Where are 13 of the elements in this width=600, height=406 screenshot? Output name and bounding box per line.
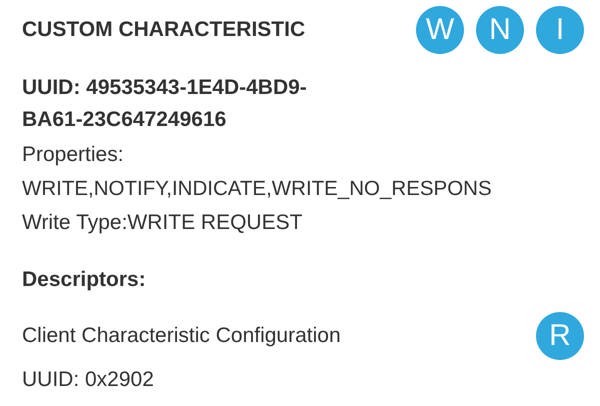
descriptors-heading: Descriptors: [22,267,147,293]
property-badge: I [536,6,584,54]
characteristic-title: CUSTOM CHARACTERISTIC [22,17,306,44]
properties-label: Properties: [22,142,125,168]
descriptor-name: Client Characteristic Configuration [22,322,341,349]
property-badge: W [416,6,464,54]
property-badge: N [476,6,524,54]
property-badge: R [536,312,584,360]
uuid-text: UUID: 49535343-1E4D-4BD9- [22,75,308,101]
uuid-text: BA61-23C647249616 [22,107,228,133]
descriptor-uuid: UUID: 0x2902 [22,366,155,392]
write-type-text: Write Type:WRITE REQUEST [22,210,304,236]
properties-value: WRITE,NOTIFY,INDICATE,WRITE_NO_RESPONS [22,176,493,202]
